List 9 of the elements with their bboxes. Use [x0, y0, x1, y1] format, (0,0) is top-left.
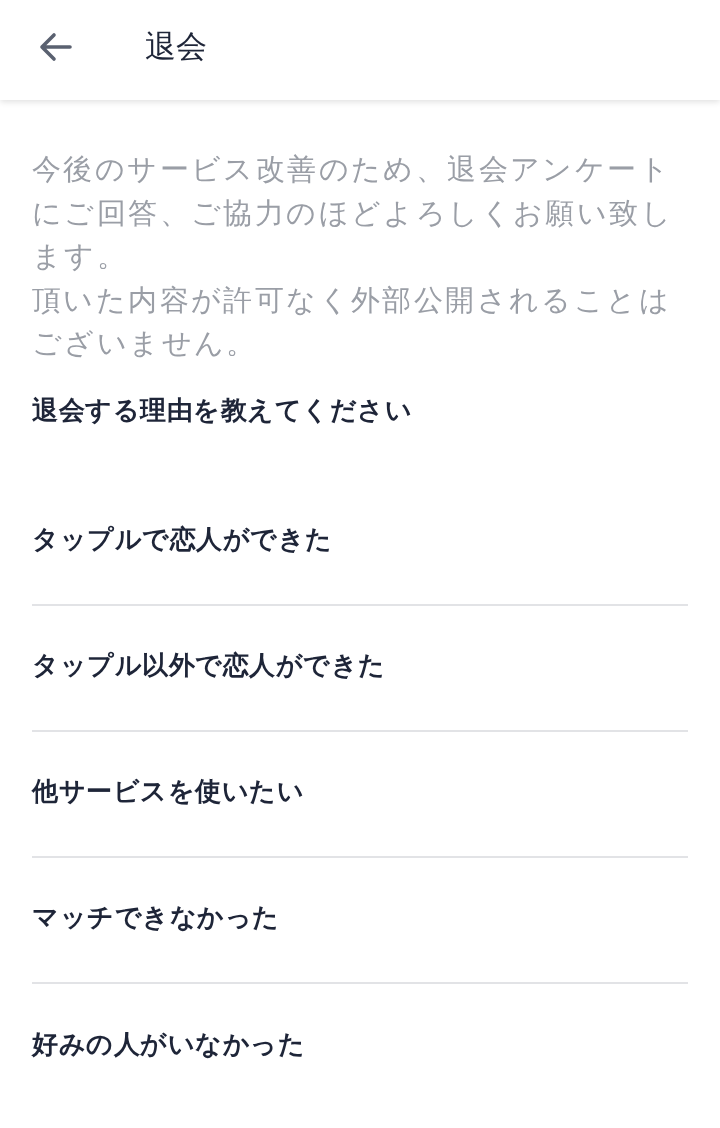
reason-option[interactable]: タップル以外で恋人ができた [32, 601, 688, 732]
question-heading: 退会する理由を教えてください [32, 393, 413, 427]
intro-paragraph: 頂いた内容が許可なく外部公開されることはございません。 [32, 281, 672, 362]
reason-option[interactable]: 他サービスを使いたい [32, 727, 688, 858]
back-arrow-icon[interactable] [38, 32, 72, 62]
reason-option[interactable]: タップルで恋人ができた [32, 475, 688, 606]
screen-title: 退会 [145, 27, 207, 66]
reason-option[interactable]: マッチできなかった [32, 853, 688, 984]
intro-paragraph: 今後のサービス改善のため、退会アンケートにご回答、ご協力のほどよろしくお願い致します。 [32, 151, 674, 275]
